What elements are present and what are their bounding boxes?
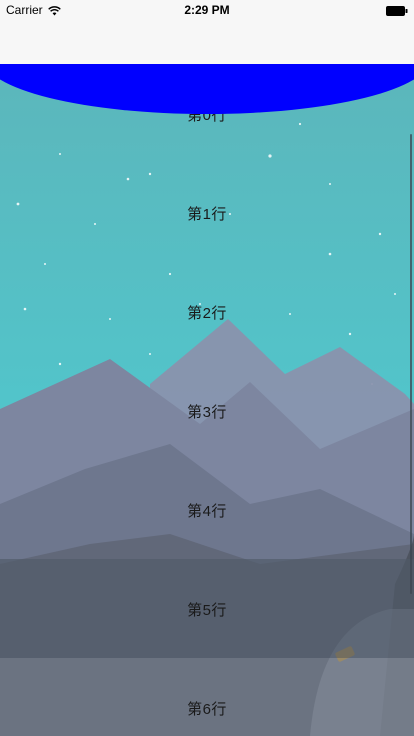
table-row[interactable]: 第4行 — [0, 461, 414, 560]
table-row[interactable]: 第6行 — [0, 659, 414, 736]
row-label: 第5行 — [187, 602, 227, 619]
status-time: 2:29 PM — [184, 3, 230, 17]
row-label: 第3行 — [187, 404, 227, 421]
status-bar: Carrier 2:29 PM — [0, 0, 414, 20]
table-row[interactable]: 第2行 — [0, 263, 414, 362]
row-label: 第6行 — [187, 701, 227, 718]
battery-icon — [386, 5, 408, 16]
row-label: 第4行 — [187, 503, 227, 520]
row-label: 第2行 — [187, 305, 227, 322]
table-row[interactable]: 第1行 — [0, 164, 414, 263]
table-view[interactable]: 第0行 第1行 第2行 第3行 第4行 第5行 第6行 — [0, 64, 414, 736]
row-label: 第1行 — [187, 206, 227, 223]
table-row[interactable]: 第3行 — [0, 362, 414, 461]
app-screen: Carrier 2:29 PM 第0行 第1行 第2行 第3行 第4行 第5行 … — [0, 0, 414, 736]
vertical-scrollbar[interactable] — [409, 134, 412, 594]
navigation-bar — [0, 20, 414, 64]
table-row[interactable]: 第5行 — [0, 560, 414, 659]
